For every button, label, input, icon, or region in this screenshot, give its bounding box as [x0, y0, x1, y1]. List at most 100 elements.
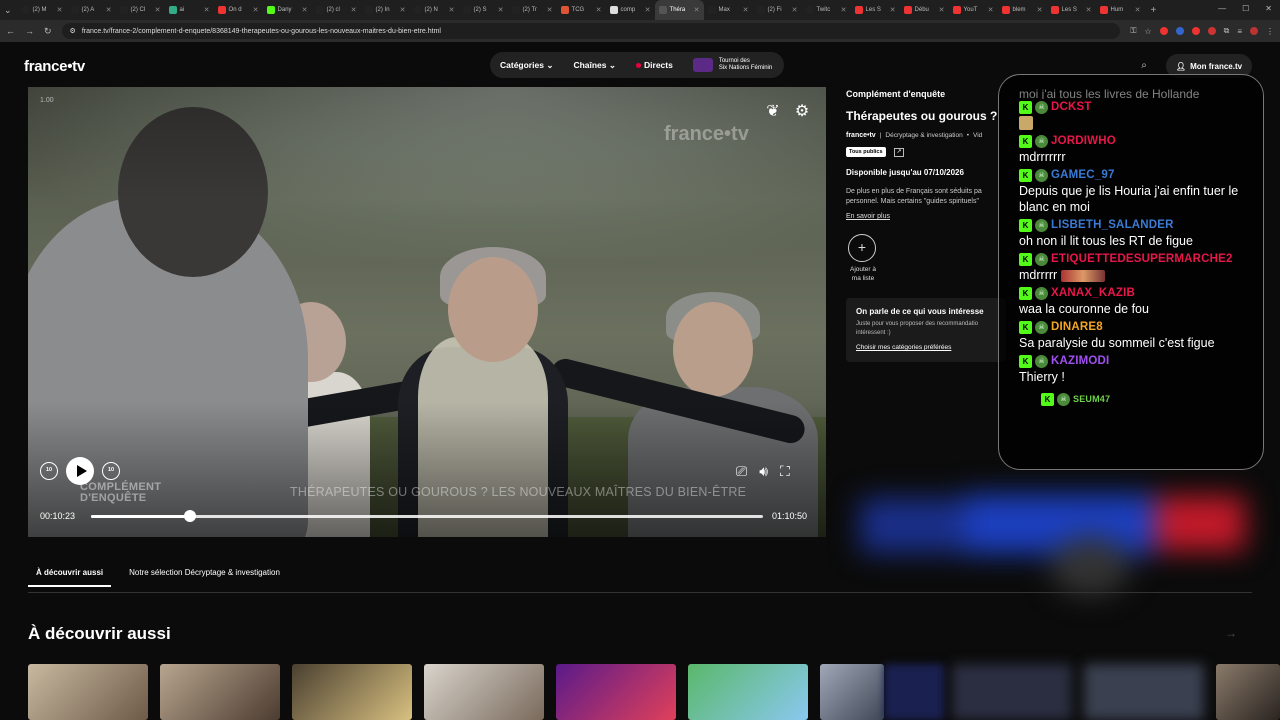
- genre-link[interactable]: Décryptage & investigation: [885, 132, 962, 139]
- tab-close-icon[interactable]: ✕: [939, 6, 945, 14]
- tab-close-icon[interactable]: ✕: [449, 6, 455, 14]
- tab-close-icon[interactable]: ✕: [841, 6, 847, 14]
- browser-tab[interactable]: (2) A ✕: [67, 0, 116, 20]
- browser-tab[interactable]: Théra ✕: [654, 0, 704, 20]
- chat-username[interactable]: GAMEC_97: [1051, 169, 1115, 181]
- tab-close-icon[interactable]: ✕: [1037, 6, 1043, 14]
- browser-tab[interactable]: TCG ✕: [557, 0, 606, 20]
- tab-search-icon[interactable]: ⌄: [4, 5, 12, 16]
- browser-tab[interactable]: (2) Cl ✕: [116, 0, 165, 20]
- media-control-icon[interactable]: ≡: [1237, 27, 1242, 36]
- browser-menu-icon[interactable]: ⋮: [1266, 27, 1274, 36]
- tab-close-icon[interactable]: ✕: [596, 6, 602, 14]
- chat-username[interactable]: ETIQUETTEDESUPERMARCHE2: [1051, 253, 1233, 265]
- browser-tab[interactable]: Les S ✕: [1047, 0, 1096, 20]
- bookmark-star-icon[interactable]: ☆: [1144, 27, 1151, 36]
- browser-tab[interactable]: Dany ✕: [263, 0, 312, 20]
- fullscreen-icon[interactable]: ⛶: [780, 463, 790, 480]
- tab-close-icon[interactable]: ✕: [792, 6, 798, 14]
- tab-close-icon[interactable]: ✕: [498, 6, 504, 14]
- browser-tab[interactable]: (2) Fi ✕: [753, 0, 802, 20]
- browser-tab[interactable]: blem ✕: [998, 0, 1047, 20]
- forward-icon[interactable]: →: [25, 26, 34, 36]
- nav-channels[interactable]: Chaînes ⌄: [573, 60, 616, 71]
- tab-close-icon[interactable]: ✕: [351, 6, 357, 14]
- settings-gear-icon[interactable]: ⚙: [791, 101, 813, 123]
- tab-close-icon[interactable]: ✕: [547, 6, 553, 14]
- choose-categories-link[interactable]: Choisir mes catégories préférées: [856, 344, 996, 351]
- tab-close-icon[interactable]: ✕: [645, 6, 651, 14]
- thumbnail[interactable]: [688, 664, 808, 720]
- password-key-icon[interactable]: ⚿: [1130, 26, 1136, 36]
- more-link[interactable]: En savoir plus: [846, 213, 1006, 220]
- tab-close-icon[interactable]: ✕: [204, 6, 210, 14]
- tab-close-icon[interactable]: ✕: [890, 6, 896, 14]
- tab-close-icon[interactable]: ✕: [57, 6, 63, 14]
- browser-tab[interactable]: (2) N ✕: [410, 0, 459, 20]
- minimize-icon[interactable]: —: [1218, 4, 1226, 13]
- tab-close-icon[interactable]: ✕: [155, 6, 161, 14]
- tab-close-icon[interactable]: ✕: [302, 6, 308, 14]
- browser-tab[interactable]: comp ✕: [606, 0, 655, 20]
- tab-close-icon[interactable]: ✕: [743, 6, 749, 14]
- chat-username[interactable]: DINARE8: [1051, 321, 1103, 333]
- chat-username[interactable]: KAZIMODI: [1051, 355, 1109, 367]
- profile-avatar[interactable]: [1250, 27, 1258, 35]
- video-player[interactable]: 1.00 france•tv ❦ ⚙ COMPLÉMENT D'ENQUÊTE …: [28, 87, 826, 537]
- thumbnail[interactable]: [820, 664, 884, 720]
- browser-tab[interactable]: On d ✕: [214, 0, 263, 20]
- chat-username[interactable]: JORDIWHO: [1051, 135, 1116, 147]
- browser-tab[interactable]: Hum ✕: [1096, 0, 1145, 20]
- chat-username[interactable]: SEUM47: [1073, 394, 1110, 404]
- tab-close-icon[interactable]: ✕: [253, 6, 259, 14]
- thumbnail[interactable]: [424, 664, 544, 720]
- browser-tab[interactable]: Max ✕: [704, 0, 753, 20]
- show-name[interactable]: Complément d'enquête: [846, 89, 1006, 99]
- extension-red-icon[interactable]: [1159, 27, 1168, 35]
- browser-tab[interactable]: Débu ✕: [900, 0, 949, 20]
- nav-categories[interactable]: Catégories ⌄: [500, 60, 553, 71]
- volume-icon[interactable]: 🔊︎: [759, 463, 768, 480]
- chat-username[interactable]: XANAX_KAZIB: [1051, 287, 1135, 299]
- tab-close-icon[interactable]: ✕: [988, 6, 994, 14]
- back-icon[interactable]: ←: [6, 26, 15, 36]
- close-window-icon[interactable]: ✕: [1265, 4, 1272, 13]
- browser-tab[interactable]: Twitc ✕: [802, 0, 851, 20]
- browser-tab[interactable]: (2) cl ✕: [312, 0, 361, 20]
- subtitles-icon[interactable]: ⎚: [736, 463, 747, 480]
- search-icon[interactable]: ⌕: [1134, 56, 1154, 76]
- browser-tab[interactable]: (2) M ✕: [18, 0, 67, 20]
- browser-tab[interactable]: (2) S ✕: [459, 0, 508, 20]
- extension-record-icon[interactable]: [1191, 27, 1200, 35]
- thumbnail[interactable]: [292, 664, 412, 720]
- play-button[interactable]: [66, 457, 94, 485]
- url-field[interactable]: ⚙ france.tv/france-2/complement-d-enquet…: [61, 23, 1121, 39]
- nav-live[interactable]: Directs: [636, 60, 673, 70]
- francetv-logo[interactable]: france•tv: [24, 58, 85, 75]
- browser-tab[interactable]: (2) In ✕: [361, 0, 410, 20]
- extension-alert-icon[interactable]: [1207, 27, 1216, 35]
- add-to-list-button[interactable]: + Ajouter à ma liste: [848, 234, 878, 283]
- seek-handle[interactable]: [183, 510, 196, 522]
- browser-tab[interactable]: ai ✕: [165, 0, 214, 20]
- site-info-icon[interactable]: ⚙: [70, 27, 76, 35]
- extension-blue-icon[interactable]: [1175, 27, 1184, 35]
- tab-close-icon[interactable]: ✕: [1135, 6, 1141, 14]
- thumbnail[interactable]: [1216, 664, 1280, 720]
- chat-username[interactable]: DCKST: [1051, 101, 1092, 113]
- tab-close-icon[interactable]: ✕: [106, 6, 112, 14]
- reload-icon[interactable]: ↻: [44, 26, 52, 37]
- skip-back-button[interactable]: 10: [40, 462, 58, 480]
- tab-close-icon[interactable]: ✕: [694, 6, 700, 14]
- rail-next-arrow-icon[interactable]: →: [1225, 626, 1237, 640]
- thumbnail[interactable]: [160, 664, 280, 720]
- skip-forward-button[interactable]: 10: [102, 462, 120, 480]
- eco-leaf-icon[interactable]: ❦: [762, 101, 784, 123]
- tab-selection[interactable]: Notre sélection Décryptage & investigati…: [129, 568, 280, 587]
- tab-close-icon[interactable]: ✕: [400, 6, 406, 14]
- browser-tab[interactable]: Les S ✕: [851, 0, 900, 20]
- chat-username[interactable]: LISBETH_SALANDER: [1051, 219, 1174, 231]
- thumbnail[interactable]: [556, 664, 676, 720]
- thumbnail[interactable]: [28, 664, 148, 720]
- new-tab-icon[interactable]: +: [1151, 5, 1157, 16]
